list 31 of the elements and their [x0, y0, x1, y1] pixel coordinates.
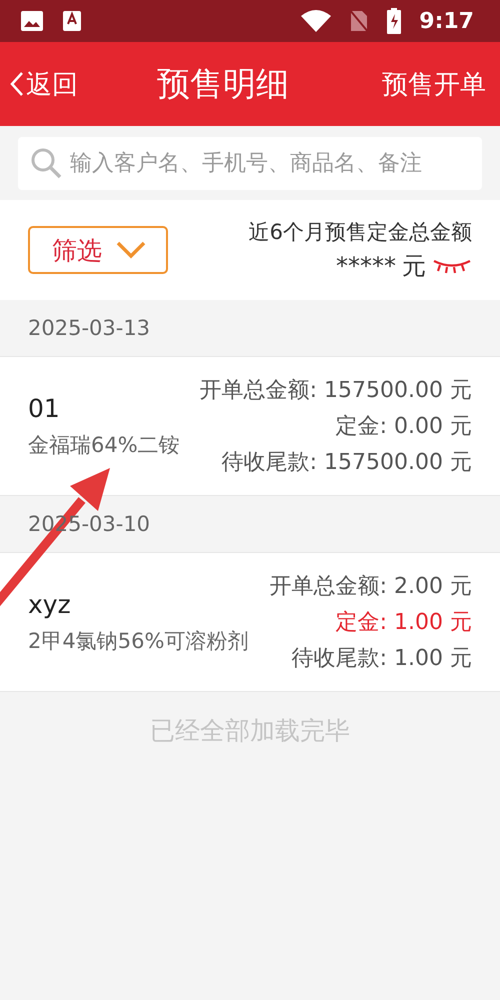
battery-icon [387, 8, 402, 34]
search-field[interactable]: 输入客户名、手机号、商品名、备注 [18, 137, 482, 190]
no-sim-icon [349, 9, 370, 33]
search-icon [30, 147, 62, 179]
filter-dropdown[interactable]: 筛选 [28, 226, 168, 274]
masked-amount: ***** [336, 252, 396, 280]
closed-eye-icon[interactable] [432, 258, 472, 274]
amount-line: 待收尾款: 1.00 元 [292, 645, 472, 673]
currency-unit: 元 [402, 251, 426, 282]
amount-line: 待收尾款: 157500.00 元 [222, 449, 472, 477]
new-presale-button[interactable]: 预售开单 [382, 66, 486, 102]
order-card[interactable]: 01 金福瑞64%二铵 开单总金额: 157500.00 元 定金: 0.00 元 待收尾款: 157500.00 元 [0, 356, 500, 496]
clock-time: 9:17 [419, 8, 474, 34]
image-icon [20, 10, 44, 32]
amount-line: 定金: 1.00 元 [336, 609, 472, 637]
order-card[interactable]: xyz 2甲4氯钠56%可溶粉剂 开单总金额: 2.00 元 定金: 1.00 元 待收尾款: 1.00 元 [0, 552, 500, 692]
amount-line: 定金: 0.00 元 [336, 413, 472, 441]
chevron-left-icon [10, 70, 24, 98]
text-icon [62, 10, 82, 32]
back-button[interactable]: 返回 [10, 66, 78, 102]
deposit-total-label: 近6个月预售定金总金额 [248, 219, 472, 246]
date-header: 2025-03-13 [28, 316, 150, 340]
chevron-down-icon [116, 241, 146, 259]
customer-name: 01 [28, 394, 61, 422]
customer-name: xyz [28, 590, 72, 618]
product-name: 金福瑞64%二铵 [28, 432, 180, 458]
product-name: 2甲4氯钠56%可溶粉剂 [28, 628, 248, 654]
amount-line: 开单总金额: 2.00 元 [270, 573, 472, 601]
page-title: 预售明细 [156, 62, 290, 104]
wifi-icon [301, 10, 332, 32]
amount-line: 开单总金额: 157500.00 元 [200, 377, 472, 405]
